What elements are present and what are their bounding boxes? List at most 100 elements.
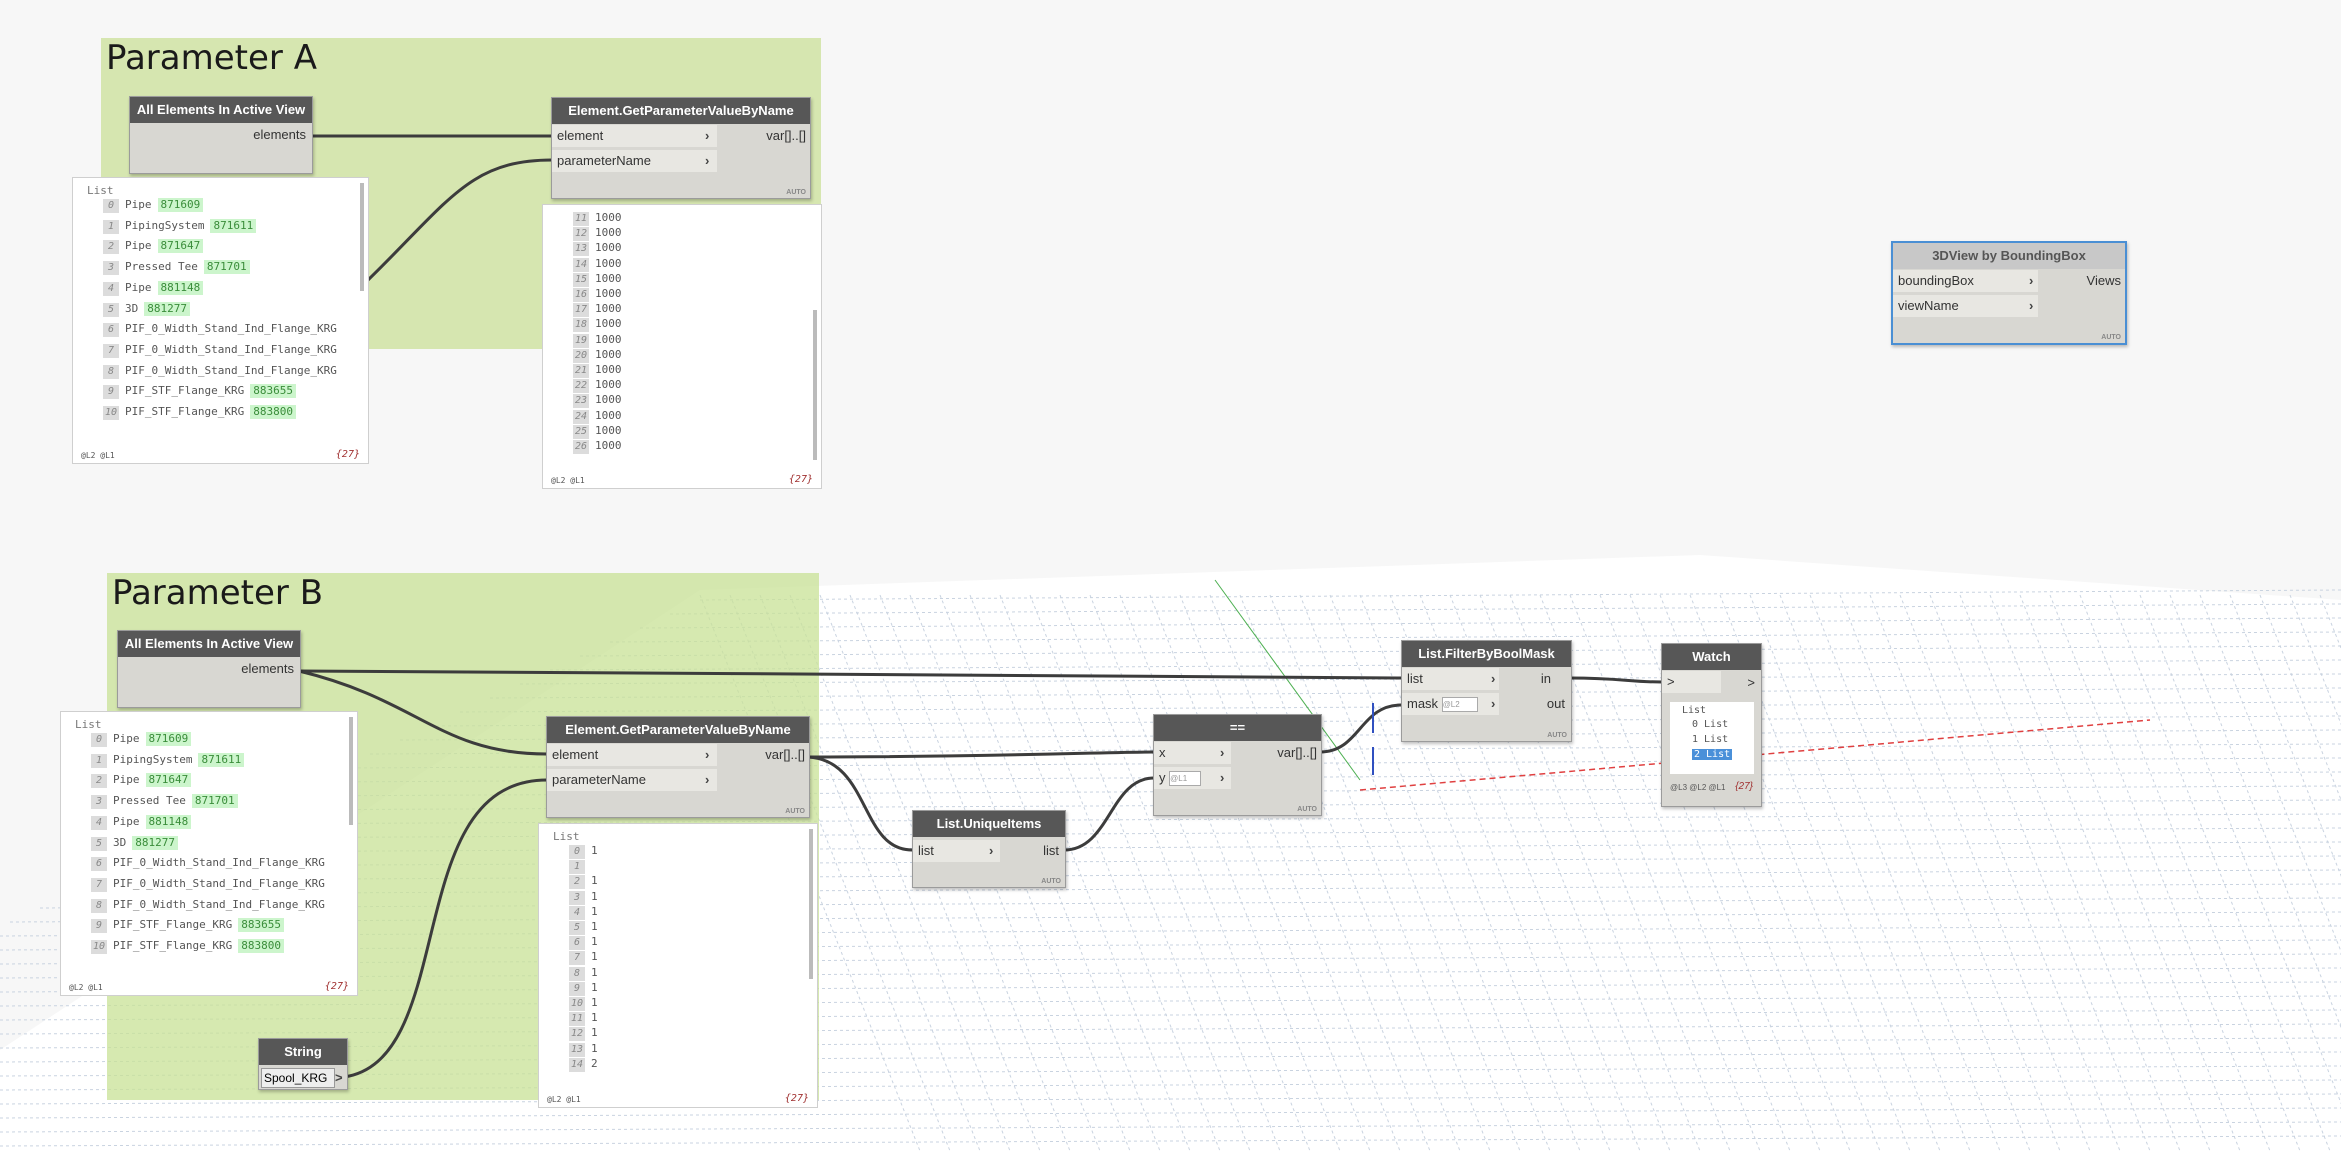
preview-element-list-a[interactable]: List 0 Pipe 871609 1 PipingSystem 871611 2 Pipe… (72, 177, 369, 464)
element-id-link[interactable]: 871701 (203, 260, 250, 275)
output-port-var[interactable]: var[]..[] (765, 747, 805, 762)
list-item[interactable]: 15 1000 (573, 272, 622, 287)
element-id-link[interactable]: 871611 (198, 752, 245, 767)
node-header[interactable]: Watch (1662, 644, 1761, 670)
list-item[interactable]: 1 (569, 859, 591, 875)
list-item[interactable]: 8 PIF_0_Width_Stand_Ind_Flange_KRG (91, 898, 325, 913)
output-port-views[interactable]: Views (2087, 273, 2121, 288)
output-port-list[interactable]: list (1043, 843, 1059, 858)
node-canvas[interactable]: Parameter A Parameter B All Elements In … (0, 0, 2341, 1151)
list-item[interactable]: 91 (569, 981, 598, 996)
node-header[interactable]: All Elements In Active View (118, 631, 300, 657)
element-id-link[interactable]: 883655 (238, 918, 284, 933)
list-item[interactable]: 8 PIF_0_Width_Stand_Ind_Flange_KRG (103, 364, 337, 379)
scrollbar[interactable] (349, 717, 353, 825)
output-port-elements[interactable]: elements (241, 661, 294, 676)
input-port-boundingbox[interactable]: boundingBox (1893, 270, 2038, 292)
element-id-link[interactable]: 881277 (144, 301, 190, 316)
preview-element-list-b[interactable]: List 0 Pipe 871609 1 PipingSystem 871611 2 Pipe… (60, 711, 358, 996)
list-item[interactable]: 21 1000 (573, 363, 622, 378)
list-item[interactable]: 10 1 (569, 996, 598, 1011)
list-item[interactable]: 6 PIF_0_Width_Stand_Ind_Flange_KRG (91, 856, 325, 872)
list-item[interactable]: 1 PipingSystem 871611 (103, 218, 257, 234)
node-getparameter-a[interactable]: Element.GetParameterValueByName element … (551, 97, 811, 199)
watch-list-item[interactable]: 0 List (1692, 719, 1728, 730)
input-port-viewname[interactable]: viewName (1893, 295, 2038, 317)
node-3dview-by-boundingbox[interactable]: 3DView by BoundingBox boundingBox › view… (1891, 241, 2127, 345)
list-item[interactable]: 12 1 (569, 1026, 598, 1042)
list-item[interactable]: 18 1000 (573, 317, 622, 333)
input-port-mask[interactable]: mask @L2 (1402, 693, 1499, 715)
output-port-var[interactable]: var[]..[] (1277, 745, 1317, 760)
list-item[interactable]: 1 PipingSystem 871611 (91, 752, 245, 768)
list-item[interactable]: 10 PIF_STF_Flange_KRG 883800 (103, 405, 296, 420)
list-item[interactable]: 31 (569, 890, 598, 905)
element-id-link[interactable]: 881277 (132, 835, 178, 850)
list-item[interactable]: 71 (569, 950, 598, 966)
list-item[interactable]: 9 PIF_STF_Flange_KRG 883655 (103, 384, 296, 400)
list-item[interactable]: 11 1 (569, 1011, 598, 1027)
list-item[interactable]: 9 PIF_STF_Flange_KRG 883655 (91, 918, 284, 934)
scrollbar[interactable] (809, 829, 813, 979)
list-item[interactable]: 81 (569, 966, 598, 981)
element-id-link[interactable]: 871647 (157, 239, 204, 254)
list-item[interactable]: 13 1 (569, 1042, 598, 1057)
node-string[interactable]: String Spool_KRG > (258, 1038, 348, 1090)
output-port-in[interactable]: in (1541, 671, 1551, 686)
list-item[interactable]: 10 PIF_STF_Flange_KRG 883800 (91, 939, 284, 954)
element-id-link[interactable]: 883800 (250, 405, 296, 419)
list-item[interactable]: 20 1000 (573, 348, 622, 363)
element-id-link[interactable]: 871647 (145, 773, 192, 788)
node-header[interactable]: String (259, 1039, 347, 1065)
list-item[interactable]: 3 Pressed Tee 871701 (103, 260, 250, 276)
node-list-filterbyboolmask[interactable]: List.FilterByBoolMask list › mask @L2 › … (1401, 640, 1572, 742)
list-item[interactable]: 7 PIF_0_Width_Stand_Ind_Flange_KRG (103, 343, 337, 358)
list-item[interactable]: 25 1000 (573, 424, 622, 439)
list-item[interactable]: 23 1000 (573, 393, 622, 409)
list-item[interactable]: 14 2 (569, 1057, 598, 1072)
node-all-elements-a[interactable]: All Elements In Active View elements (129, 96, 313, 174)
string-input[interactable]: Spool_KRG (261, 1068, 335, 1088)
element-id-link[interactable]: 881148 (145, 814, 192, 829)
node-header[interactable]: List.UniqueItems (913, 811, 1065, 837)
element-id-link[interactable]: 871611 (210, 218, 257, 233)
list-item[interactable]: 0 Pipe 871609 (103, 198, 204, 213)
list-item[interactable]: 12 1000 (573, 226, 622, 242)
input-port-element[interactable]: element (552, 125, 717, 147)
list-item[interactable]: 22 1000 (573, 378, 622, 394)
list-item[interactable]: 4 Pipe 881148 (103, 280, 204, 296)
list-item[interactable]: 61 (569, 935, 598, 951)
lacing-input[interactable]: @L1 (1169, 771, 1202, 787)
list-item[interactable]: 41 (569, 905, 598, 920)
node-header[interactable]: List.FilterByBoolMask (1402, 641, 1571, 667)
lacing-input[interactable]: @L2 (1441, 697, 1478, 713)
node-watch[interactable]: Watch > > List 0 List 1 List 2 List @L3 @L… (1661, 643, 1762, 807)
list-item[interactable]: 2 Pipe 871647 (91, 773, 192, 789)
element-id-link[interactable]: 871609 (145, 732, 192, 746)
node-header[interactable]: Element.GetParameterValueByName (552, 98, 810, 124)
list-item[interactable]: 4 Pipe 881148 (91, 814, 192, 830)
element-id-link[interactable]: 871701 (191, 794, 238, 809)
list-item[interactable]: 0 Pipe 871609 (91, 732, 192, 747)
element-id-link[interactable]: 881148 (157, 280, 204, 295)
element-id-link[interactable]: 871609 (157, 198, 204, 212)
node-getparameter-b[interactable]: Element.GetParameterValueByName element … (546, 716, 810, 818)
list-item[interactable]: 51 (569, 920, 598, 935)
input-port-element[interactable]: element (547, 744, 717, 766)
node-header[interactable]: 3DView by BoundingBox (1893, 243, 2125, 269)
element-id-link[interactable]: 883800 (238, 939, 284, 953)
scrollbar[interactable] (360, 183, 364, 291)
input-port-parametername[interactable]: parameterName (547, 769, 717, 791)
list-item[interactable]: 26 1000 (573, 439, 622, 454)
list-item[interactable]: 6 PIF_0_Width_Stand_Ind_Flange_KRG (103, 322, 337, 338)
list-item[interactable]: 7 PIF_0_Width_Stand_Ind_Flange_KRG (91, 877, 325, 892)
output-port-elements[interactable]: elements (253, 127, 306, 142)
output-port-watch[interactable]: > (1747, 675, 1755, 690)
output-port-out[interactable]: out (1547, 696, 1565, 711)
watch-list-item[interactable]: 1 List (1692, 734, 1728, 745)
watch-preview[interactable]: List 0 List 1 List 2 List (1670, 702, 1754, 774)
element-id-link[interactable]: 883655 (250, 384, 296, 399)
list-item[interactable]: 16 1000 (573, 287, 622, 302)
list-item[interactable]: 17 1000 (573, 302, 622, 318)
input-port-list[interactable]: list (1402, 668, 1499, 690)
